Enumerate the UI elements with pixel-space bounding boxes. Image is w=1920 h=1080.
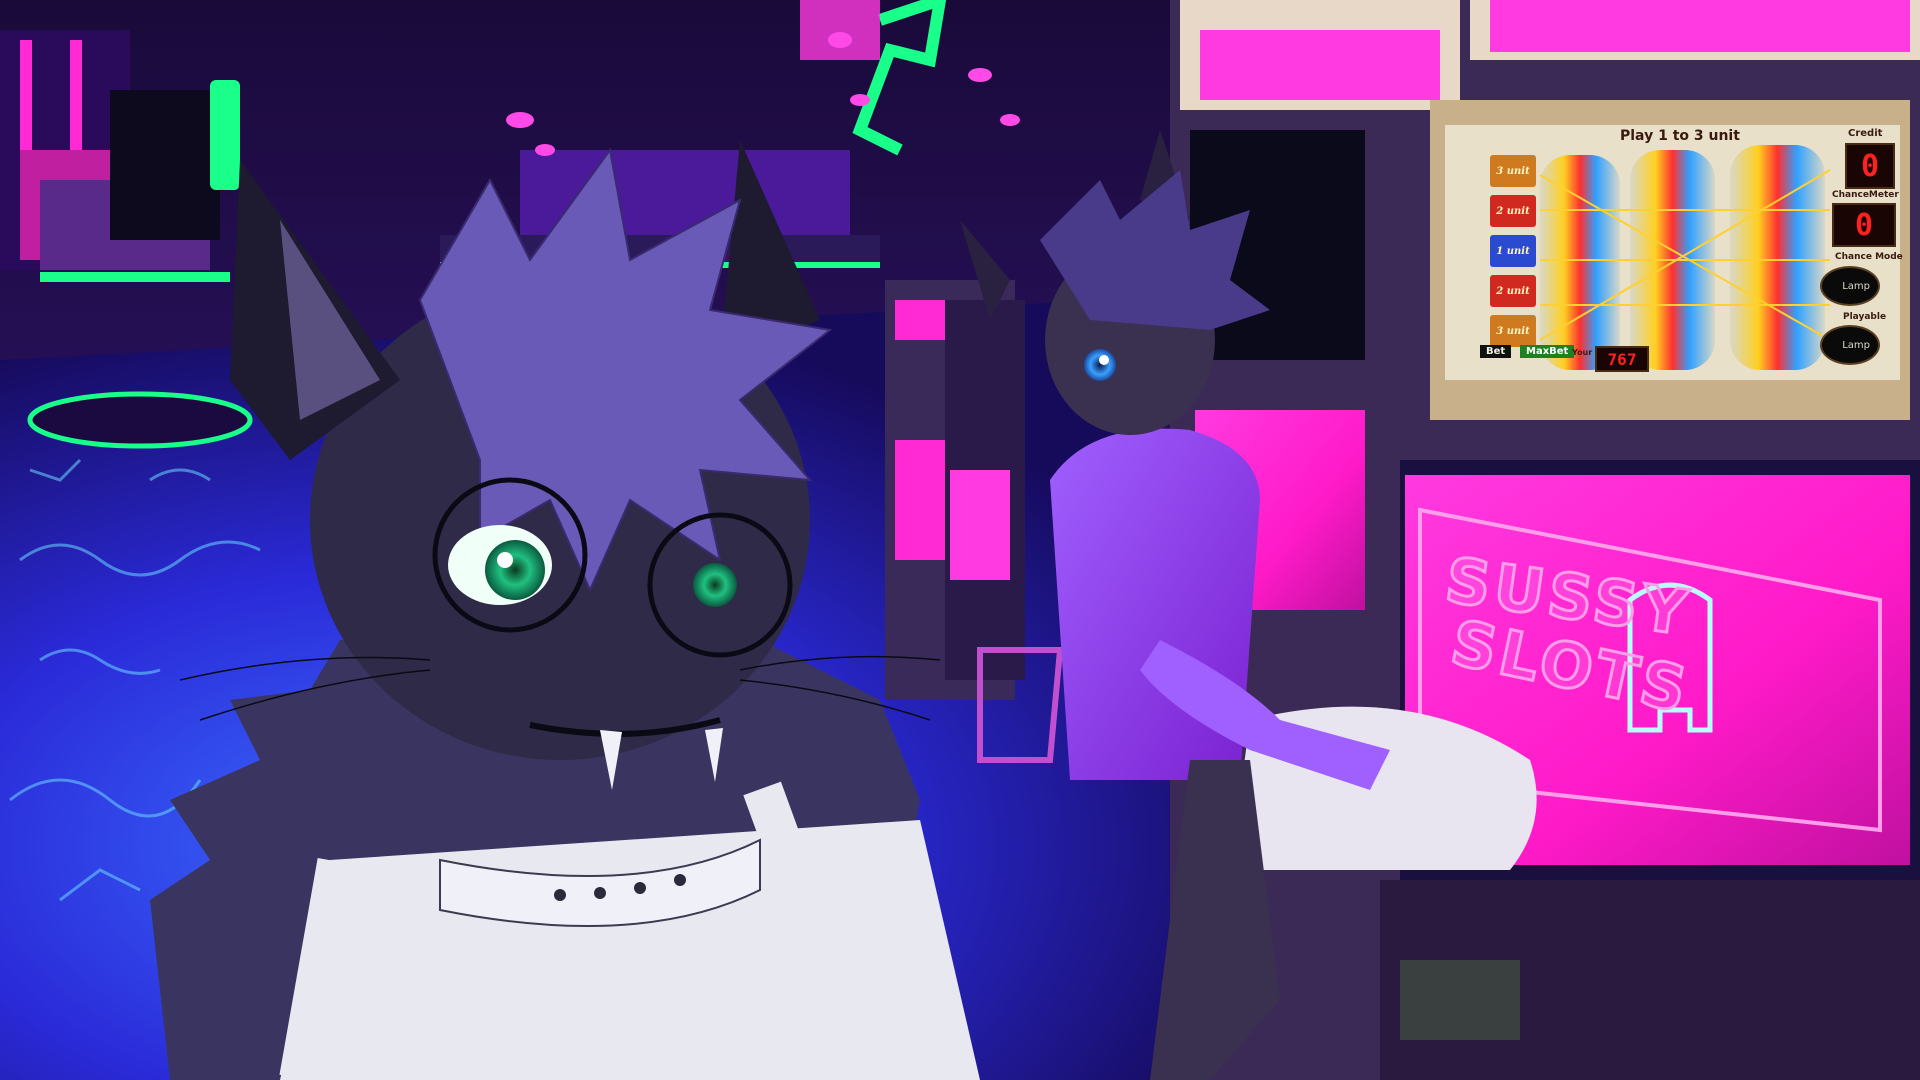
playable-label: Playable bbox=[1843, 312, 1887, 322]
back-pillar bbox=[110, 90, 220, 240]
credit-label: Credit bbox=[1848, 128, 1883, 139]
green-neon-sign bbox=[210, 80, 240, 190]
main-character-eye-left-shine bbox=[497, 552, 513, 568]
playable-lamp-button[interactable]: Lamp bbox=[1820, 325, 1880, 365]
chance-meter-display: 0 bbox=[1832, 203, 1896, 247]
payline-tab-2: 2 unit bbox=[1490, 195, 1536, 227]
left-neon-strip bbox=[20, 40, 32, 150]
background-slot-pink-panel-2 bbox=[950, 470, 1010, 580]
credit-display: 0 bbox=[1845, 143, 1895, 189]
payline-tab-5: 3 unit bbox=[1490, 315, 1536, 347]
reel-3 bbox=[1730, 145, 1825, 370]
pink-neon-sign-top bbox=[800, 0, 880, 60]
main-character-eye-right bbox=[693, 563, 737, 607]
game-scene bbox=[0, 0, 1920, 1080]
chance-mode-label: Chance Mode bbox=[1835, 252, 1903, 262]
payline-tab-4: 2 unit bbox=[1490, 275, 1536, 307]
reel-1 bbox=[1540, 155, 1620, 370]
chance-mode-lamp-button[interactable]: Lamp bbox=[1820, 266, 1880, 306]
round-platform bbox=[27, 391, 253, 449]
maxbet-button[interactable]: MaxBet bbox=[1520, 345, 1575, 358]
payline-tab-1: 3 unit bbox=[1490, 155, 1536, 187]
second-character-eye-shine bbox=[1099, 355, 1109, 365]
upper-slot-panel-right-pink bbox=[1490, 0, 1910, 52]
coin-tray bbox=[1400, 960, 1520, 1040]
second-character-eye bbox=[1084, 349, 1116, 381]
main-character-eye-left bbox=[485, 540, 545, 600]
bet-button[interactable]: Bet bbox=[1480, 345, 1512, 358]
your-money-display: 767 bbox=[1595, 346, 1649, 372]
slot-header-label: Play 1 to 3 unit bbox=[1620, 128, 1740, 144]
payline-tab-3: 1 unit bbox=[1490, 235, 1536, 267]
chance-meter-label: ChanceMeter bbox=[1832, 190, 1899, 200]
left-neon-strip-2 bbox=[70, 40, 82, 150]
upper-slot-panel-left-pink bbox=[1200, 30, 1440, 100]
counter-neon-green bbox=[40, 272, 230, 282]
